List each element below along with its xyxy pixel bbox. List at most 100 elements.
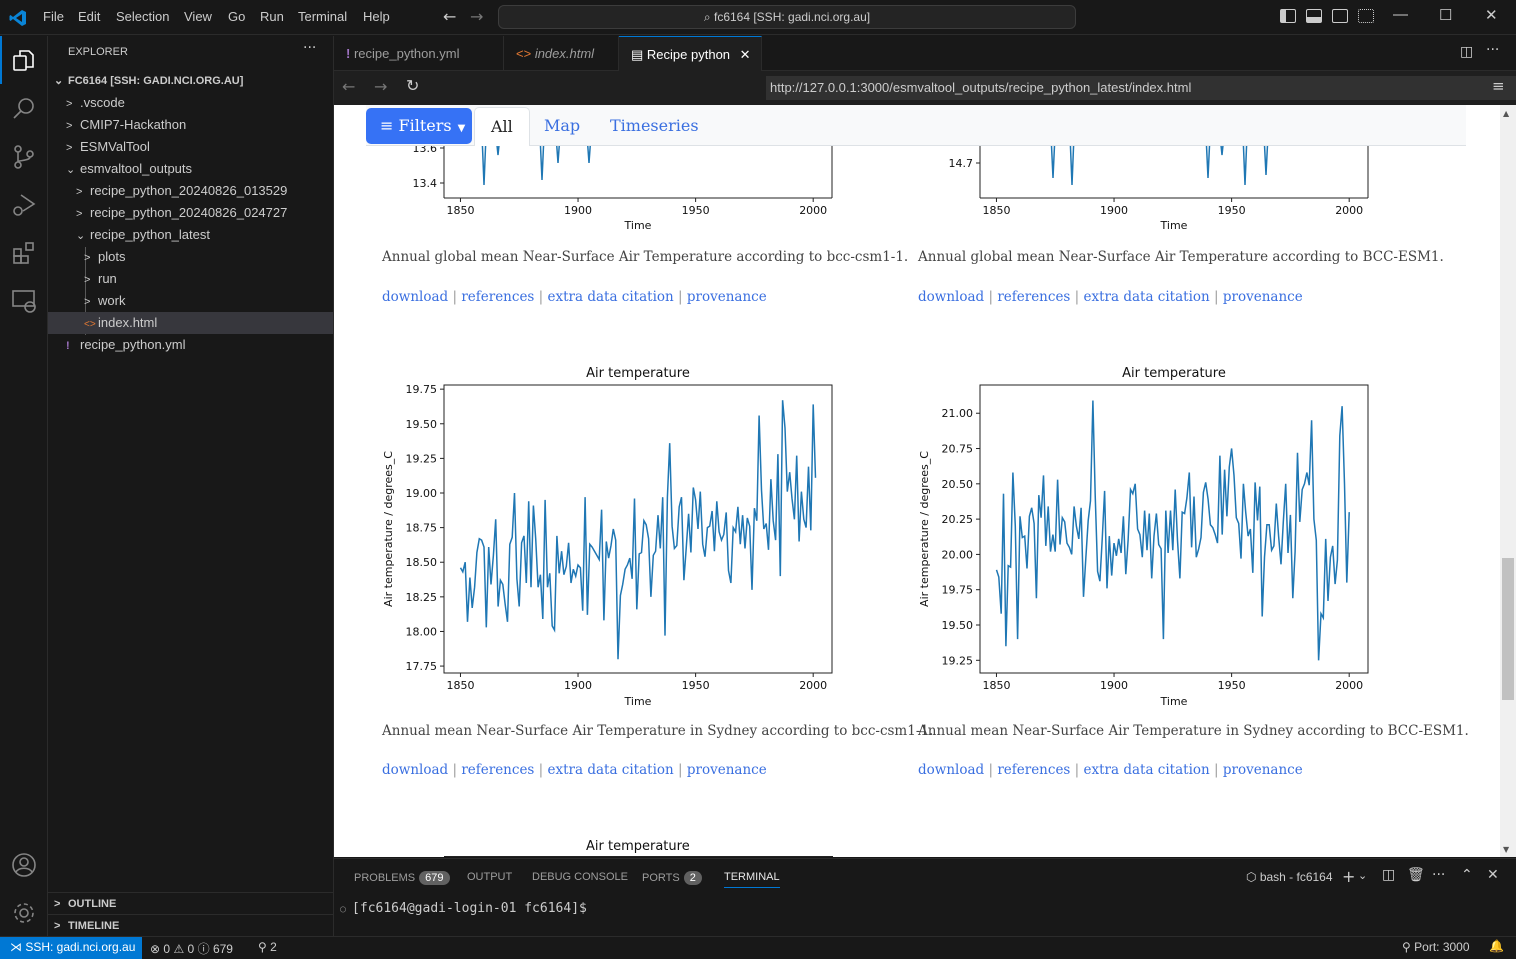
close-panel-icon[interactable]: ✕ [1487, 867, 1499, 883]
reload-icon[interactable]: ↻ [406, 76, 419, 95]
accounts-icon[interactable] [0, 840, 48, 888]
split-terminal-icon[interactable]: ◫ [1382, 867, 1395, 883]
menu-run[interactable]: Run [260, 9, 284, 24]
extra-data-citation-link[interactable]: extra data citation [548, 762, 674, 778]
references-link[interactable]: references [997, 289, 1070, 305]
tab-all[interactable]: All [474, 107, 530, 146]
more-actions-icon[interactable]: ··· [1486, 42, 1499, 58]
scrollbar-thumb[interactable] [1502, 558, 1514, 700]
explorer-icon[interactable] [0, 36, 48, 84]
tree-item[interactable]: > run [48, 268, 333, 290]
filter-bar: ≡ Filters ▼ All Map Timeseries [366, 105, 1466, 146]
tree-item[interactable]: ⌄ esmvaltool_outputs [48, 158, 333, 180]
filters-button[interactable]: ≡ Filters ▼ [366, 108, 472, 144]
tree-item[interactable]: > recipe_python_20240826_013529 [48, 180, 333, 202]
close-window-icon[interactable]: ✕ [1485, 6, 1498, 24]
tab-output[interactable]: OUTPUT [467, 871, 512, 883]
maximize-icon[interactable]: ☐ [1439, 6, 1452, 24]
menu-terminal[interactable]: Terminal [298, 9, 347, 24]
toggle-panel-icon[interactable] [1306, 9, 1322, 23]
settings-gear-icon[interactable] [0, 888, 48, 936]
back-arrow-icon[interactable]: ← [443, 7, 456, 26]
tree-item[interactable]: ! recipe_python.yml [48, 334, 333, 356]
extra-data-citation-link[interactable]: extra data citation [548, 289, 674, 305]
ports-status[interactable]: ⚲ 2 [258, 940, 277, 954]
maximize-panel-icon[interactable]: ⌃ [1461, 867, 1473, 883]
run-debug-icon[interactable] [0, 180, 48, 228]
terminal-output[interactable]: ○ [fc6164@gadi-login-01 fc6164]$ [340, 901, 587, 916]
command-center[interactable]: ⌕ fc6164 [SSH: gadi.nci.org.au] [498, 5, 1076, 29]
download-link[interactable]: download [382, 289, 448, 305]
chevron-right-icon: > [66, 120, 73, 132]
new-terminal-icon[interactable]: + [1342, 867, 1355, 886]
menu-go[interactable]: Go [228, 9, 245, 24]
tree-item[interactable]: <> index.html [48, 312, 333, 334]
remote-explorer-icon[interactable] [0, 276, 48, 324]
toggle-primary-sidebar-icon[interactable] [1280, 9, 1296, 23]
download-link[interactable]: download [382, 762, 448, 778]
tree-item[interactable]: ⌄ recipe_python_latest [48, 224, 333, 246]
menu-selection[interactable]: Selection [116, 9, 169, 24]
page-scrollbar[interactable]: ▲ ▼ [1500, 105, 1516, 857]
scroll-down-icon[interactable]: ▼ [1503, 845, 1509, 854]
timeline-section[interactable]: > TIMELINE [48, 914, 333, 936]
problems-status[interactable]: ⊗ 0 ⚠ 0 ⓘ 679 [150, 940, 233, 957]
tab-debug-console[interactable]: DEBUG CONSOLE [532, 871, 628, 883]
references-link[interactable]: references [461, 762, 534, 778]
tab-recipe-yml[interactable]: ! recipe_python.yml [334, 36, 504, 71]
outline-section[interactable]: > OUTLINE [48, 892, 333, 914]
more-actions-icon[interactable]: ··· [303, 40, 316, 56]
extra-data-citation-link[interactable]: extra data citation [1084, 289, 1210, 305]
provenance-link[interactable]: provenance [687, 762, 767, 778]
chevron-down-icon[interactable]: ⌄ [1358, 869, 1367, 882]
browser-forward-icon[interactable]: → [374, 77, 387, 96]
tab-problems[interactable]: PROBLEMS 679 [354, 871, 450, 885]
download-link[interactable]: download [918, 289, 984, 305]
menu-file[interactable]: File [43, 9, 64, 24]
menu-view[interactable]: View [184, 9, 212, 24]
split-editor-icon[interactable]: ◫ [1460, 44, 1473, 60]
menu-help[interactable]: Help [363, 9, 390, 24]
tab-map[interactable]: Map [528, 107, 596, 146]
tab-recipe-python-preview[interactable]: ▤ Recipe python ✕ [619, 36, 762, 71]
workspace-root[interactable]: ⌄ FC6164 [SSH: GADI.NCI.ORG.AU] [48, 70, 333, 92]
notifications-bell-icon[interactable]: 🔔 [1489, 939, 1504, 953]
tree-item[interactable]: > recipe_python_20240826_024727 [48, 202, 333, 224]
provenance-link[interactable]: provenance [1223, 762, 1303, 778]
url-input[interactable]: http://127.0.0.1:3000/esmvaltool_outputs… [766, 76, 1516, 100]
activity-bar [0, 36, 48, 936]
search-icon[interactable] [0, 84, 48, 132]
terminal-selector[interactable]: ⬡ bash - fc6164 [1246, 870, 1333, 884]
forward-arrow-icon[interactable]: → [470, 7, 483, 26]
tab-terminal[interactable]: TERMINAL [724, 871, 780, 888]
tab-index-html[interactable]: <> index.html [504, 36, 619, 71]
tree-item[interactable]: > plots [48, 246, 333, 268]
browser-back-icon[interactable]: ← [342, 77, 355, 96]
extra-data-citation-link[interactable]: extra data citation [1084, 762, 1210, 778]
tree-item[interactable]: > work [48, 290, 333, 312]
provenance-link[interactable]: provenance [1223, 289, 1303, 305]
menu-edit[interactable]: Edit [78, 9, 100, 24]
tree-item[interactable]: > CMIP7-Hackathon [48, 114, 333, 136]
customize-layout-icon[interactable] [1358, 9, 1374, 23]
references-link[interactable]: references [997, 762, 1070, 778]
more-actions-icon[interactable]: ··· [1432, 867, 1445, 883]
tab-ports[interactable]: PORTS 2 [642, 871, 702, 885]
toggle-secondary-sidebar-icon[interactable] [1332, 9, 1348, 23]
remote-indicator[interactable]: ⋊ SSH: gadi.nci.org.au [0, 937, 142, 959]
problems-count-badge: 679 [419, 871, 450, 885]
tab-timeseries[interactable]: Timeseries [594, 107, 715, 146]
extensions-icon[interactable] [0, 228, 48, 276]
tree-item[interactable]: > .vscode [48, 92, 333, 114]
provenance-link[interactable]: provenance [687, 289, 767, 305]
port-forward-status[interactable]: ⚲ Port: 3000 [1402, 940, 1470, 954]
scroll-up-icon[interactable]: ▲ [1503, 109, 1509, 118]
kill-terminal-trash-icon[interactable]: 🗑 [1407, 867, 1425, 883]
browser-menu-icon[interactable]: ≡ [1492, 77, 1505, 95]
source-control-icon[interactable] [0, 132, 48, 180]
close-tab-icon[interactable]: ✕ [740, 47, 751, 62]
download-link[interactable]: download [918, 762, 984, 778]
references-link[interactable]: references [461, 289, 534, 305]
minimize-icon[interactable]: — [1393, 6, 1408, 23]
tree-item[interactable]: > ESMValTool [48, 136, 333, 158]
